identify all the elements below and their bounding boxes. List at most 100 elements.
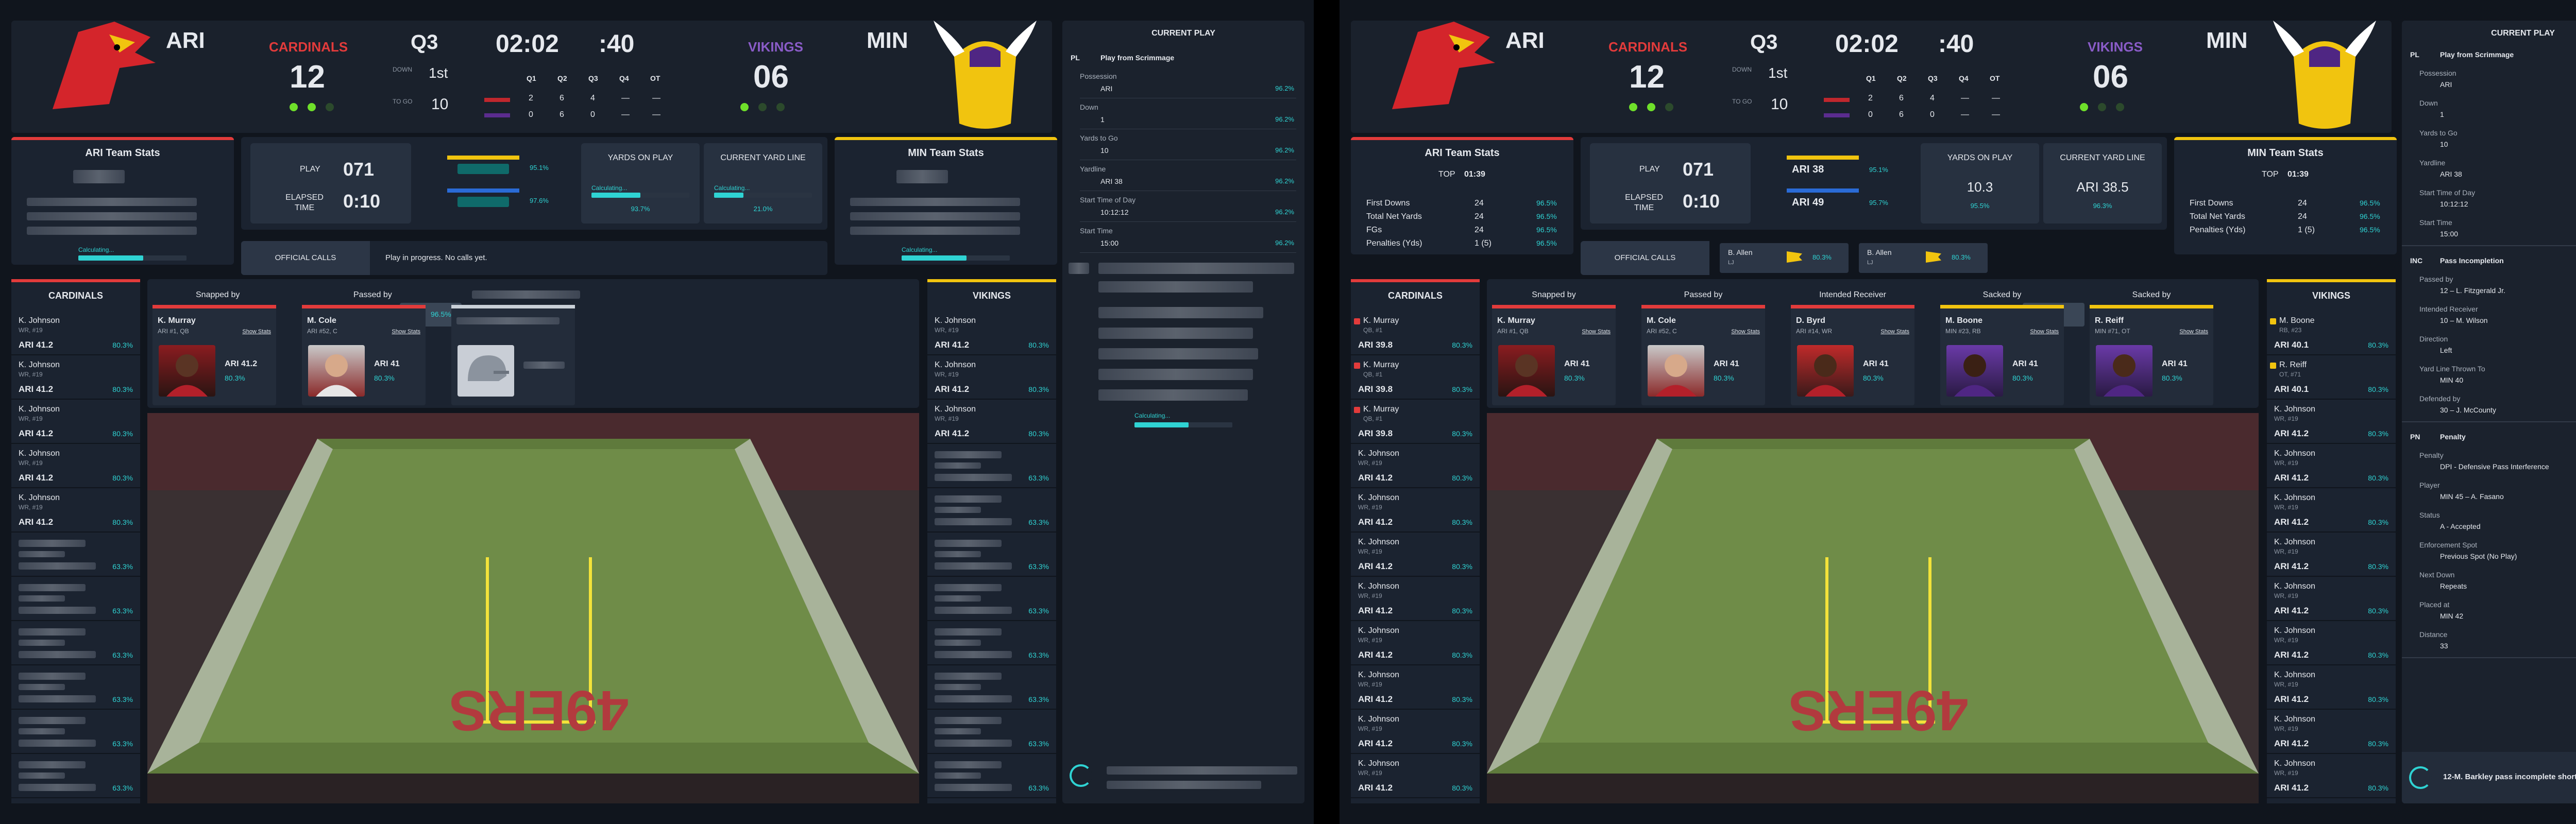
roster-pct: 80.3%	[2368, 430, 2388, 438]
roster-row[interactable]: K. Johnson WR, #19 ARI 41.2 80.3%	[2267, 533, 2396, 577]
roster-row[interactable]: M. Boone RB, #23 ARI 40.1 80.3%	[2267, 311, 2396, 355]
official-calls-button[interactable]: OFFICIAL CALLS	[1581, 241, 1709, 275]
player-card[interactable]: M. Boone MIN #23, RB Show Stats ARI 41 80.3%	[1940, 305, 2064, 405]
roster-row[interactable]: K. Johnson WR, #19 ARI 41.2 80.3%	[1351, 665, 1480, 710]
ari-team-stats-panel: ARI Team Stats Calculating...	[11, 137, 234, 265]
roster-row[interactable]: K. Johnson WR, #19 ARI 41.2 80.3%	[2267, 444, 2396, 488]
roster-row[interactable]: K. Johnson WR, #19 ARI 41.2 80.3%	[1351, 754, 1480, 798]
loading-row	[19, 728, 65, 734]
cp-value: ARI 38	[1100, 177, 1123, 185]
roster-row[interactable]: K. Johnson WR, #19 ARI 41.2 80.3%	[11, 400, 140, 444]
roster-row[interactable]: K. Johnson WR, #19 ARI 41.2 80.3%	[2267, 488, 2396, 533]
home-period-score: 4	[590, 94, 595, 102]
roster-row[interactable]: K. Johnson WR, #19 ARI 41.2 80.3%	[1351, 710, 1480, 754]
roster-row[interactable]: R. Reiff OT, #71 ARI 40.1 80.3%	[2267, 355, 2396, 400]
field-video[interactable]: 49ERS	[147, 413, 919, 803]
official-flag-item[interactable]: B. Allen LJ 80.3%	[1859, 243, 1988, 273]
roster-row[interactable]: K. Johnson WR, #19 ARI 41.2 80.3%	[11, 311, 140, 355]
calculating-bar	[591, 193, 689, 198]
loading-row	[457, 164, 509, 174]
roster-row[interactable]: K. Murray QB, #1 ARI 39.8 80.3%	[1351, 355, 1480, 400]
participant-header: Intended Receiver	[1819, 290, 1886, 299]
loading-row	[19, 740, 96, 747]
official-calls-button[interactable]: OFFICIAL CALLS	[241, 241, 370, 275]
show-stats-link[interactable]: Show Stats	[2030, 329, 2059, 335]
period-header: Q3	[588, 74, 598, 82]
vikings-roster: VIKINGS M. Boone RB, #23 ARI 40.1 80.3% R. R…	[2267, 279, 2396, 803]
player-card[interactable]: R. Reiff MIN #71, OT Show Stats ARI 41 80.3%	[2090, 305, 2213, 405]
roster-row[interactable]: K. Johnson WR, #19 ARI 41.2 80.3%	[1351, 444, 1480, 488]
section-code: PN	[2410, 433, 2420, 441]
cp-label: Yard Line Thrown To	[2419, 365, 2485, 373]
down-label: DOWN	[1732, 66, 1752, 73]
roster-sub: QB, #1	[1363, 415, 1383, 422]
player-card-pass[interactable]: M. Cole ARI #52, C Show Stats ARI 41 80.…	[302, 305, 426, 405]
away-period-score: 0	[1930, 110, 1935, 119]
player-card[interactable]: M. Cole ARI #52, C Show Stats ARI 41 80.3%	[1641, 305, 1765, 405]
roster-row[interactable]: K. Johnson WR, #19 ARI 41.2 80.3%	[927, 400, 1056, 444]
show-stats-link[interactable]: Show Stats	[1880, 329, 1909, 335]
calculating-bar	[78, 255, 187, 261]
show-stats-link[interactable]: Show Stats	[1582, 329, 1611, 335]
roster-pct: 63.3%	[1028, 695, 1049, 703]
roster-row[interactable]: K. Johnson WR, #19 ARI 41.2 80.3%	[1351, 533, 1480, 577]
away-score: 06	[2093, 59, 2128, 95]
stat-pct: 96.5%	[1536, 212, 1557, 220]
roster-name: K. Johnson	[2274, 626, 2316, 635]
loading-row	[896, 170, 948, 183]
cp-label: Start Time of Day	[1080, 196, 1136, 204]
roster-row[interactable]: K. Johnson WR, #19 ARI 41.2 80.3%	[2267, 400, 2396, 444]
timeout-dot	[290, 103, 298, 111]
confidence-pct: 95.1%	[530, 164, 549, 171]
player-card-snap[interactable]: K. Murray ARI #1, QB Show Stats ARI 41.2…	[152, 305, 276, 405]
official-calls-bar: OFFICIAL CALLS B. Allen LJ 80.3% B. Allen LJ…	[1581, 241, 2167, 275]
show-stats-link[interactable]: Show Stats	[1731, 329, 1760, 335]
roster-row[interactable]: K. Johnson WR, #19 ARI 41.2 80.3%	[2267, 710, 2396, 754]
player-card[interactable]: D. Byrd ARI #14, WR Show Stats ARI 41 80.3%	[1791, 305, 1914, 405]
play-clock: :40	[599, 30, 635, 58]
roster-yardline: ARI 41.2	[2274, 473, 2309, 483]
cp-value: ARI 38	[2440, 170, 2462, 178]
roster-yardline: ARI 41.2	[2274, 606, 2309, 615]
team-flag-icon	[2270, 318, 2276, 324]
roster-row[interactable]: K. Johnson WR, #19 ARI 41.2 80.3%	[11, 355, 140, 400]
field-video[interactable]: 49ERS	[1487, 413, 2259, 803]
official-flag-item[interactable]: B. Allen LJ 80.3%	[1720, 243, 1849, 273]
roster-row[interactable]: K. Johnson WR, #19 ARI 41.2 80.3%	[2267, 577, 2396, 621]
roster-row[interactable]: K. Johnson WR, #19 ARI 41.2 80.3%	[11, 488, 140, 533]
player-card[interactable]: K. Murray ARI #1, QB Show Stats ARI 41 80.3%	[1492, 305, 1616, 405]
possession-indicator	[447, 188, 519, 193]
stat-label: First Downs	[1366, 199, 1410, 208]
roster-row[interactable]: K. Murray QB, #1 ARI 39.8 80.3%	[1351, 311, 1480, 355]
roster-row[interactable]: K. Johnson WR, #19 ARI 41.2 80.3%	[927, 311, 1056, 355]
roster-row[interactable]: K. Johnson WR, #19 ARI 41.2 80.3%	[1351, 577, 1480, 621]
roster-row[interactable]: K. Murray QB, #1 ARI 39.8 80.3%	[1351, 400, 1480, 444]
roster-row[interactable]: K. Johnson WR, #19 ARI 41.2 80.3%	[2267, 754, 2396, 798]
loading-row	[19, 772, 65, 779]
show-stats-link[interactable]: Show Stats	[242, 329, 271, 335]
loading-spinner-icon	[1070, 764, 1092, 787]
roster-row[interactable]: K. Johnson WR, #19 ARI 41.2 80.3%	[1351, 488, 1480, 533]
show-stats-link[interactable]: Show Stats	[2179, 329, 2208, 335]
roster-row[interactable]: K. Johnson WR, #19 ARI 41.2 80.3%	[2267, 621, 2396, 665]
roster-row[interactable]: K. Johnson WR, #19 ARI 41.2 80.3%	[1351, 621, 1480, 665]
player-photo	[1797, 345, 1854, 397]
roster-pct: 63.3%	[1028, 562, 1049, 571]
home-period-score: 2	[529, 94, 533, 102]
roster-pct: 63.3%	[112, 740, 133, 748]
roster-sub: WR, #19	[1358, 504, 1382, 511]
cp-pct: 96.2%	[1275, 84, 1294, 92]
player-pct: 80.3%	[225, 374, 245, 382]
roster-yardline: ARI 41.2	[1358, 517, 1393, 527]
roster-name: K. Johnson	[1358, 582, 1400, 591]
roster-row[interactable]: K. Johnson WR, #19 ARI 41.2 80.3%	[927, 355, 1056, 400]
roster-name: K. Murray	[1363, 360, 1399, 369]
show-stats-link[interactable]: Show Stats	[392, 329, 420, 335]
loading-spinner-icon	[2409, 766, 2432, 789]
roster-row[interactable]: K. Johnson WR, #19 ARI 41.2 80.3%	[11, 444, 140, 488]
roster-row[interactable]: K. Johnson WR, #19 ARI 41.2 80.3%	[2267, 665, 2396, 710]
cp-label: Down	[1080, 103, 1098, 111]
loading-row	[19, 551, 65, 557]
roster-name: K. Johnson	[1358, 626, 1400, 635]
loading-row	[472, 290, 580, 299]
